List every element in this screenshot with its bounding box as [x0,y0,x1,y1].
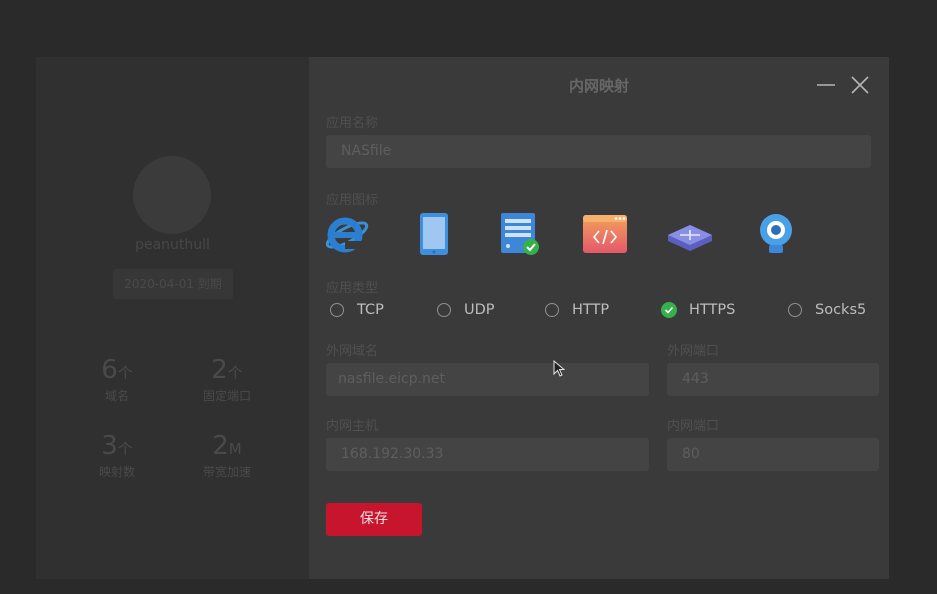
radio-checked-icon [661,302,677,318]
radio-label: Socks5 [815,302,867,318]
external-port-input[interactable]: 443 [667,363,879,396]
minimize-button[interactable] [815,74,837,96]
external-domain-label: 外网域名 [326,344,379,359]
stat-number: 6 [101,355,118,385]
external-domain-input[interactable]: nasfile.eicp.net [326,363,649,396]
radio-udp[interactable]: UDP [437,299,495,321]
icon-option-server[interactable] [495,211,543,257]
radio-socks5[interactable]: Socks5 [788,299,866,321]
router-icon [668,225,712,251]
icon-option-ie[interactable] [323,211,371,257]
code-window-icon [583,215,627,253]
radio-label: TCP [357,302,384,318]
icon-option-router[interactable] [666,211,714,257]
radio-indicator [545,303,559,317]
stat-unit: 个 [117,364,133,382]
webcam-icon [760,214,792,253]
stat-label: 带宽加速 [202,465,251,479]
stat-label: 映射数 [98,465,135,479]
radio-tcp[interactable]: TCP [330,299,384,321]
ie-browser-icon [325,217,369,253]
stat-number: 2 [211,355,228,385]
stat-unit: 个 [117,440,133,458]
stat-mappings: 3个 映射数 [62,431,172,480]
icon-option-code[interactable] [581,211,629,257]
app-icon-label: 应用图标 [326,193,379,208]
stat-fixed-ports: 2个 固定端口 [172,355,282,404]
radio-http[interactable]: HTTP [545,299,609,321]
internal-port-label: 内网端口 [667,419,720,434]
expiry-badge: 2020-04-01 到期 [113,269,233,299]
stat-number: 3 [101,431,118,461]
stat-unit: 个 [227,364,243,382]
app-type-label: 应用类型 [326,281,379,296]
radio-label: HTTPS [689,302,736,318]
internal-port-input[interactable]: 80 [667,438,879,471]
radio-indicator [788,303,802,317]
minimize-icon [817,84,835,86]
save-button[interactable]: 保存 [326,503,422,536]
radio-indicator [330,303,344,317]
stat-domains: 6个 域名 [62,355,172,404]
internal-host-input[interactable]: 168.192.30.33 [326,438,649,471]
radio-label: HTTP [572,302,610,318]
radio-https[interactable]: HTTPS [661,299,735,321]
server-icon [501,213,539,255]
stat-number: 2 [212,431,229,461]
stat-label: 域名 [104,389,129,403]
radio-indicator [437,303,451,317]
internal-host-label: 内网主机 [326,419,379,434]
external-port-label: 外网端口 [667,344,720,359]
close-button[interactable] [849,74,871,96]
mouse-cursor-icon [553,360,565,377]
username: peanuthull [135,237,210,253]
profile-panel: peanuthull 2020-04-01 到期 6个 域名 2个 固定端口 3… [36,57,309,579]
intranet-mapping-dialog: 内网映射 应用名称 NASfile 应用图标 应用类型 TCP UDP HTTP… [309,57,889,579]
app-name-input[interactable]: NASfile [326,135,871,168]
tablet-icon [420,213,448,255]
avatar [133,156,211,234]
app-name-label: 应用名称 [326,116,379,131]
icon-option-webcam[interactable] [752,211,800,257]
close-icon [851,76,869,94]
stat-bandwidth: 2M 带宽加速 [172,431,282,480]
stat-label: 固定端口 [202,389,251,403]
icon-option-tablet[interactable] [410,211,458,257]
radio-label: UDP [464,302,495,318]
stat-unit: M [228,440,242,458]
dialog-title: 内网映射 [568,77,629,95]
